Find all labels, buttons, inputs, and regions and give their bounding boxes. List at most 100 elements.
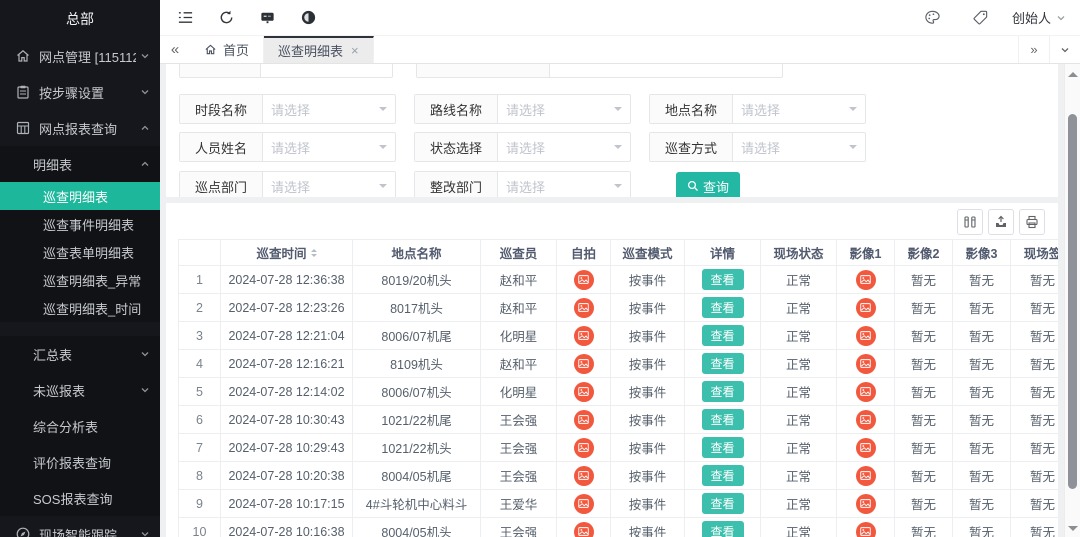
tabs-menu-icon[interactable] xyxy=(1049,36,1080,63)
cell-time: 2024-07-28 10:16:38 xyxy=(221,518,353,537)
filter-row-clipped xyxy=(179,64,1058,78)
selfie-photo-icon[interactable] xyxy=(574,494,594,514)
sidebar-item[interactable]: 评价报表查询 xyxy=(0,444,160,480)
topbar-left-icons xyxy=(168,0,325,36)
caret-down-icon xyxy=(614,145,622,153)
scroll-down-icon[interactable] xyxy=(1068,526,1078,531)
view-button[interactable]: 查看 xyxy=(702,437,744,458)
clipboard-icon xyxy=(15,84,31,100)
cell-mode: 按事件 xyxy=(611,434,685,462)
column-header-time[interactable]: 巡查时间 xyxy=(221,240,353,266)
image1-photo-icon[interactable] xyxy=(856,298,876,318)
image1-photo-icon[interactable] xyxy=(856,410,876,430)
screen-icon[interactable] xyxy=(250,0,284,36)
cell-image3: 暂无 xyxy=(953,406,1011,434)
topbar-right: 创始人 xyxy=(916,0,1066,36)
row-number: 8 xyxy=(179,462,221,490)
filter-field[interactable] xyxy=(416,64,783,78)
tab-inspection-detail[interactable]: 巡查明细表 × xyxy=(264,36,374,63)
sidebar-item[interactable]: 未巡报表 xyxy=(0,372,160,408)
tab-home[interactable]: 首页 xyxy=(190,36,264,63)
sidebar-item[interactable]: 现场智能跟踪 xyxy=(0,516,160,537)
select-location-name[interactable]: 请选择 xyxy=(733,95,865,123)
select-inspect-mode[interactable]: 请选择 xyxy=(733,133,865,161)
vertical-scrollbar[interactable] xyxy=(1064,64,1080,537)
table-row: 72024-07-28 10:29:431021/22机头王会强按事件查看正常暂… xyxy=(179,434,1058,462)
selfie-photo-icon[interactable] xyxy=(574,326,594,346)
sidebar-item[interactable]: 巡查明细表_异常 xyxy=(0,266,160,294)
view-button[interactable]: 查看 xyxy=(702,325,744,346)
sidebar-item[interactable]: SOS报表查询 xyxy=(0,480,160,516)
columns-icon[interactable] xyxy=(957,209,983,235)
chevron-down-icon xyxy=(140,385,150,395)
select-person-name[interactable]: 请选择 xyxy=(263,133,395,161)
sidebar-item[interactable]: 巡查事件明细表 xyxy=(0,210,160,238)
image1-photo-icon[interactable] xyxy=(856,326,876,346)
image1-photo-icon[interactable] xyxy=(856,522,876,537)
sidebar-item[interactable]: 明细表 xyxy=(0,146,160,182)
image1-photo-icon[interactable] xyxy=(856,382,876,402)
refresh-icon[interactable] xyxy=(209,0,243,36)
filter-field[interactable] xyxy=(179,64,393,78)
image1-photo-icon[interactable] xyxy=(856,438,876,458)
selfie-photo-icon[interactable] xyxy=(574,438,594,458)
sort-icon[interactable] xyxy=(311,249,317,257)
caret-down-icon xyxy=(614,107,622,115)
menu-fold-icon[interactable] xyxy=(168,0,202,36)
sidebar-item[interactable]: 网点管理 [1151120] xyxy=(0,38,160,74)
selfie-photo-icon[interactable] xyxy=(574,410,594,430)
selfie-photo-icon[interactable] xyxy=(574,522,594,537)
view-button[interactable]: 查看 xyxy=(702,353,744,374)
sidebar-item[interactable]: 网点报表查询 xyxy=(0,110,160,146)
table-panel: 巡查时间 地点名称 巡查员 自拍 巡查模式 详情 现场状态 影像1 影像2 影像… xyxy=(166,203,1058,537)
print-icon[interactable] xyxy=(1019,209,1045,235)
theme-toggle-icon[interactable] xyxy=(291,0,325,36)
sidebar-item[interactable]: 汇总表 xyxy=(0,336,160,372)
selfie-photo-icon[interactable] xyxy=(574,354,594,374)
cell-mode: 按事件 xyxy=(611,462,685,490)
selfie-photo-icon[interactable] xyxy=(574,466,594,486)
selfie-photo-icon[interactable] xyxy=(574,382,594,402)
view-button[interactable]: 查看 xyxy=(702,521,744,537)
tabs-scroll-left-icon[interactable]: « xyxy=(160,36,190,63)
cell-location: 8006/07机头 xyxy=(353,378,481,406)
select-status[interactable]: 请选择 xyxy=(498,133,630,161)
close-icon[interactable]: × xyxy=(351,43,359,58)
sidebar-item[interactable]: 综合分析表 xyxy=(0,408,160,444)
view-button[interactable]: 查看 xyxy=(702,465,744,486)
sidebar-item[interactable]: 巡查表单明细表 xyxy=(0,238,160,266)
palette-icon[interactable] xyxy=(916,0,950,36)
scroll-up-icon[interactable] xyxy=(1068,72,1078,77)
selfie-photo-icon[interactable] xyxy=(574,298,594,318)
cell-image2: 暂无 xyxy=(895,406,953,434)
view-button[interactable]: 查看 xyxy=(702,269,744,290)
view-button[interactable]: 查看 xyxy=(702,409,744,430)
select-rectify-dept[interactable]: 请选择 xyxy=(498,172,630,197)
cell-location: 8004/05机头 xyxy=(353,518,481,537)
view-button[interactable]: 查看 xyxy=(702,297,744,318)
selfie-photo-icon[interactable] xyxy=(574,270,594,290)
cell-time: 2024-07-28 12:16:21 xyxy=(221,350,353,378)
image1-photo-icon[interactable] xyxy=(856,494,876,514)
row-number: 5 xyxy=(179,378,221,406)
view-button[interactable]: 查看 xyxy=(702,493,744,514)
sidebar-item[interactable]: 巡查明细表_时间 xyxy=(0,294,160,322)
scrollbar-thumb[interactable] xyxy=(1068,114,1077,489)
image1-photo-icon[interactable] xyxy=(856,466,876,486)
image1-photo-icon[interactable] xyxy=(856,270,876,290)
view-button[interactable]: 查看 xyxy=(702,381,744,402)
export-icon[interactable] xyxy=(988,209,1014,235)
tag-icon[interactable] xyxy=(964,0,998,36)
sidebar-item[interactable]: 按步骤设置 xyxy=(0,74,160,110)
caret-down-icon xyxy=(379,145,387,153)
sidebar-item[interactable]: 巡查明细表 xyxy=(0,182,160,210)
user-menu[interactable]: 创始人 xyxy=(1012,8,1066,27)
cell-time: 2024-07-28 12:23:26 xyxy=(221,294,353,322)
select-point-dept[interactable]: 请选择 xyxy=(263,172,395,197)
image1-photo-icon[interactable] xyxy=(856,354,876,374)
tabs-scroll-right-icon[interactable]: » xyxy=(1018,36,1049,63)
search-button[interactable]: 查询 xyxy=(676,172,740,197)
row-number: 4 xyxy=(179,350,221,378)
select-time-period[interactable]: 请选择 xyxy=(263,95,395,123)
select-route-name[interactable]: 请选择 xyxy=(498,95,630,123)
